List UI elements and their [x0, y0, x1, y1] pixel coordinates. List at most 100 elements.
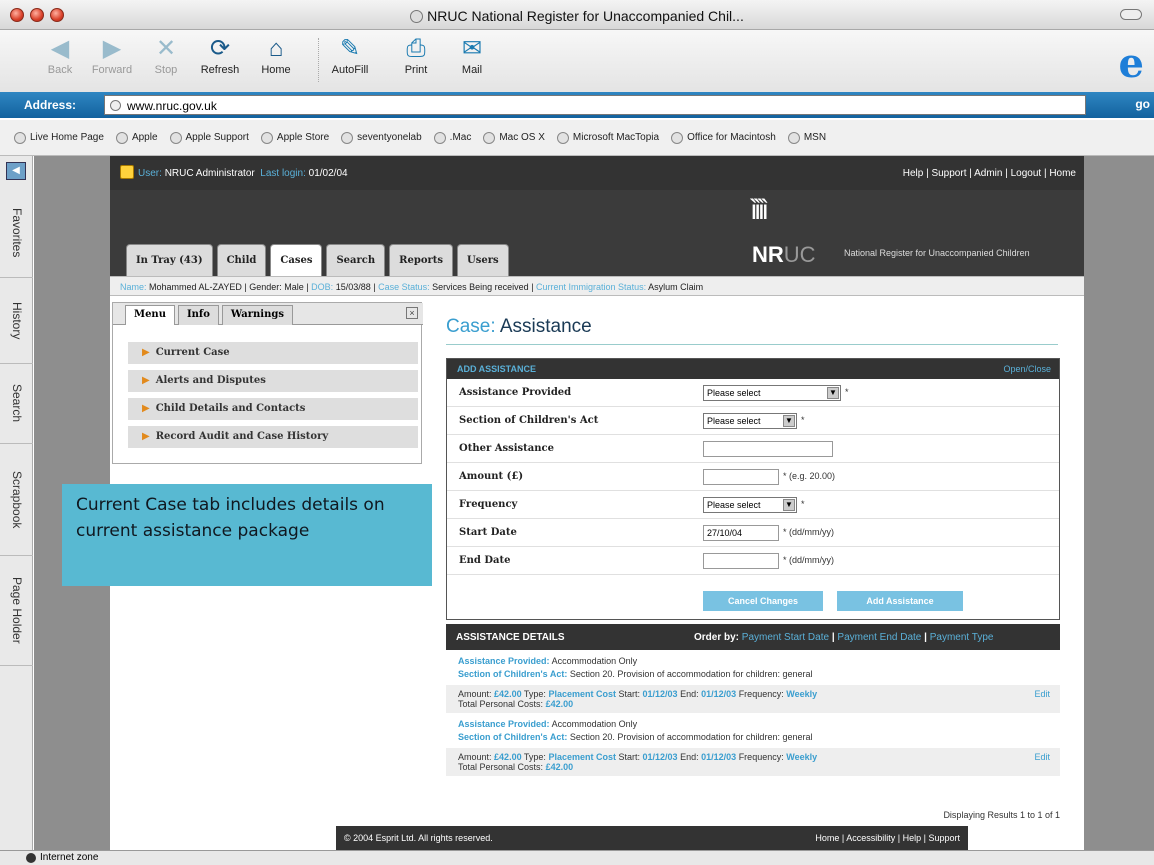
back-button[interactable]: ◀ Back [30, 34, 90, 76]
home-button[interactable]: ⌂ Home [246, 34, 306, 76]
top-links[interactable]: Help | Support | Admin | Logout | Home [903, 168, 1076, 179]
arrow-right-icon: ▶ [142, 431, 150, 442]
order-by: Order by: Payment Start Date | Payment E… [694, 632, 994, 643]
form-row: Frequency Please select ▼ * [447, 491, 1059, 519]
user-icon [120, 165, 134, 179]
zone-icon [26, 853, 36, 863]
add-assistance-header: ADD ASSISTANCE Open/Close [447, 359, 1059, 379]
child-summary-bar: Name: Mohammed AL-ZAYED | Gender: Male |… [110, 276, 1084, 296]
tab-page-holder[interactable]: Page Holder [0, 556, 33, 666]
ie-logo-icon: e [1118, 40, 1144, 87]
tab-users[interactable]: Users [457, 244, 509, 276]
field-label: Amount (£) [459, 471, 524, 482]
refresh-icon: ⟳ [209, 35, 231, 62]
favorite-link[interactable]: Mac OS X [483, 131, 545, 144]
panel-close-icon[interactable]: × [406, 307, 418, 319]
tab-search[interactable]: Search [326, 244, 386, 276]
favorite-link[interactable]: Apple Store [260, 131, 329, 144]
required-marker: * [801, 415, 805, 425]
sort-start-date-link[interactable]: Payment Start Date [742, 632, 829, 643]
favorite-link[interactable]: Office for Macintosh [671, 131, 776, 144]
chevron-down-icon: ▼ [783, 499, 795, 511]
arrow-right-icon: ▶ [142, 403, 150, 414]
panel-tab-info[interactable]: Info [177, 305, 219, 325]
assistance-record: Assistance Provided: Accommodation Only … [446, 713, 1060, 776]
form-row: Start Date 27/10/04 * (dd/mm/yy) [447, 519, 1059, 547]
panel-tab-menu[interactable]: Menu [125, 305, 175, 325]
status-bar: Internet zone [0, 850, 1154, 865]
record-amount-row: Amount: £42.00 Type: Placement Cost Star… [446, 748, 1060, 776]
tab-child[interactable]: Child [216, 244, 267, 276]
site-logo: NRUC [752, 242, 816, 267]
other-assistance-input[interactable] [703, 441, 833, 457]
side-panel: Menu Info Warnings × ▶ Current Case ▶ Aler… [112, 302, 423, 464]
menu-item-audit[interactable]: ▶ Record Audit and Case History [127, 425, 419, 449]
favorite-link[interactable]: Apple Support [169, 131, 249, 144]
user-strip: User: NRUC Administrator Last login: 01/… [110, 156, 1084, 190]
tab-favorites[interactable]: Favorites [0, 188, 33, 278]
toolbar-separator [318, 38, 319, 82]
favorite-link[interactable]: .Mac [433, 131, 471, 144]
favorite-link[interactable]: Microsoft MacTopia [556, 131, 659, 144]
panel-tab-warnings[interactable]: Warnings [221, 305, 293, 325]
record-provided: Assistance Provided: Accommodation Only [458, 656, 638, 666]
add-assistance-button[interactable]: Add Assistance [837, 591, 963, 611]
amount-input[interactable] [703, 469, 779, 485]
explorer-bar-toggle-icon[interactable]: ◀ [6, 162, 26, 180]
record-amount-row: Amount: £42.00 Type: Placement Cost Star… [446, 685, 1060, 713]
autofill-button[interactable]: ✎ AutoFill [320, 34, 380, 76]
sort-type-link[interactable]: Payment Type [930, 632, 994, 643]
favorite-link[interactable]: MSN [787, 131, 826, 144]
refresh-button[interactable]: ⟳ Refresh [190, 34, 250, 76]
page-icon [110, 100, 121, 111]
form-row: Amount (£) * (e.g. 20.00) [447, 463, 1059, 491]
edit-link[interactable]: Edit [1034, 689, 1050, 699]
address-input[interactable]: www.nruc.gov.uk [104, 95, 1086, 115]
end-date-input[interactable] [703, 553, 779, 569]
date-hint: * (dd/mm/yy) [783, 555, 835, 565]
field-label: Assistance Provided [459, 387, 572, 398]
panel-tabs: Menu Info Warnings × [113, 303, 423, 325]
printer-icon: ⎙ [406, 35, 426, 62]
favorite-icon [115, 131, 128, 144]
date-hint: * (dd/mm/yy) [783, 527, 835, 537]
go-button[interactable]: go [1135, 97, 1150, 111]
case-content: Case: Assistance ADD ASSISTANCE Open/Clos… [436, 302, 1078, 850]
details-header: ASSISTANCE DETAILS Order by: Payment Sta… [446, 624, 1060, 650]
edit-link[interactable]: Edit [1034, 752, 1050, 762]
section-act-select[interactable]: Please select ▼ [703, 413, 797, 429]
required-marker: * [801, 499, 805, 509]
footer-links[interactable]: Home | Accessibility | Help | Support [815, 833, 960, 843]
menu-item-alerts[interactable]: ▶ Alerts and Disputes [127, 369, 419, 393]
favorite-link[interactable]: seventyonelab [341, 131, 422, 144]
menu-item-current-case[interactable]: ▶ Current Case [127, 341, 419, 365]
open-close-link[interactable]: Open/Close [1003, 364, 1051, 374]
frequency-select[interactable]: Please select ▼ [703, 497, 797, 513]
favorite-icon [483, 131, 496, 144]
tab-scrapbook[interactable]: Scrapbook [0, 444, 33, 556]
start-date-input[interactable]: 27/10/04 [703, 525, 779, 541]
field-label: Other Assistance [459, 443, 554, 454]
cancel-changes-button[interactable]: Cancel Changes [703, 591, 823, 611]
assistance-provided-select[interactable]: Please select ▼ [703, 385, 841, 401]
sort-end-date-link[interactable]: Payment End Date [837, 632, 921, 643]
tab-history[interactable]: History [0, 278, 33, 364]
amount-hint: * (e.g. 20.00) [783, 471, 836, 481]
form-row: Section of Children's Act Please select ▼… [447, 407, 1059, 435]
print-button[interactable]: ⎙ Print [386, 34, 446, 76]
stop-button[interactable]: ✕ Stop [136, 34, 196, 76]
menu-item-child-details[interactable]: ▶ Child Details and Contacts [127, 397, 419, 421]
tab-reports[interactable]: Reports [389, 244, 454, 276]
field-label: Frequency [459, 499, 518, 510]
forward-button[interactable]: ▶ Forward [82, 34, 142, 76]
tab-cases[interactable]: Cases [270, 244, 323, 277]
mail-button[interactable]: ✉ Mail [442, 34, 502, 76]
toolbar-toggle-button[interactable] [1120, 9, 1142, 20]
tab-search[interactable]: Search [0, 364, 33, 444]
tab-in-tray[interactable]: In Tray (43) [126, 244, 213, 276]
favorite-link[interactable]: Apple [115, 131, 158, 144]
favorite-link[interactable]: Live Home Page [14, 131, 104, 144]
annotation-callout: Current Case tab includes details on cur… [62, 484, 432, 586]
form-row: End Date * (dd/mm/yy) [447, 547, 1059, 575]
address-label: Address: [24, 98, 77, 112]
